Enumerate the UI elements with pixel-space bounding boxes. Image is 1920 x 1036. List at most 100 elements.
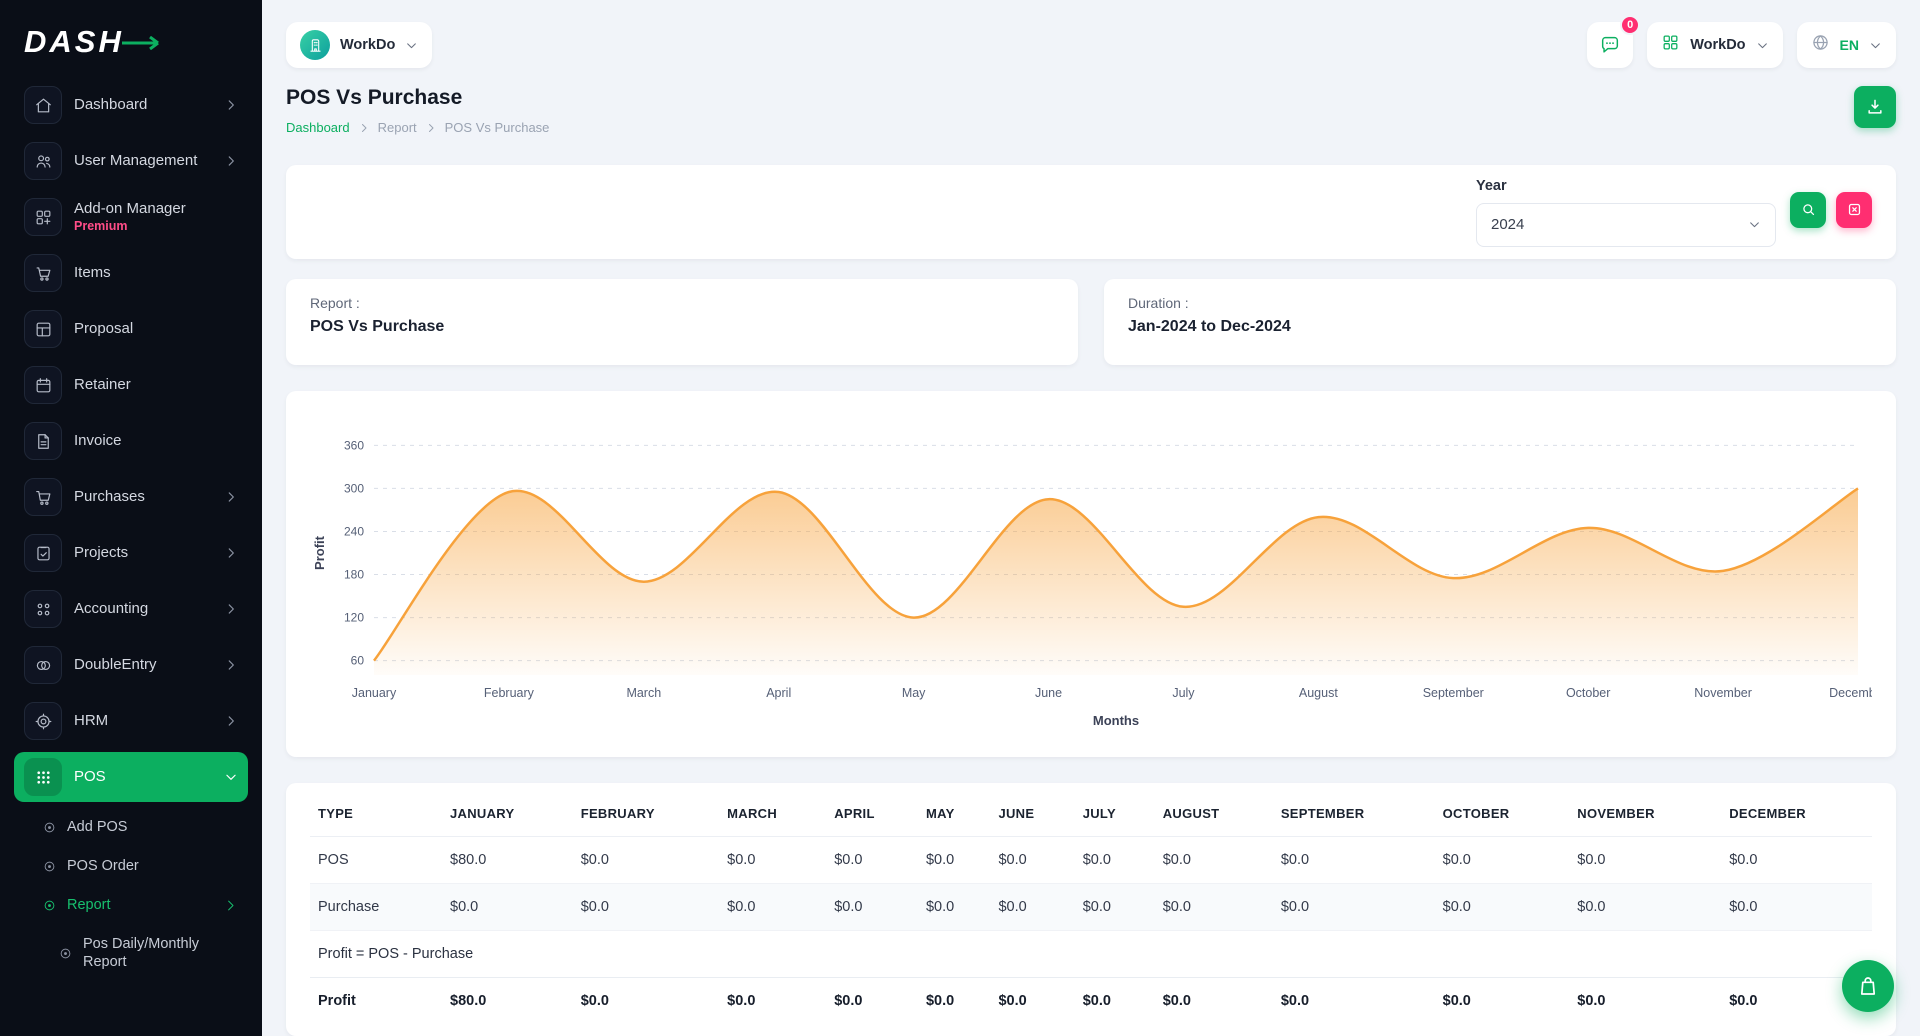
chart-card: 60120180240300360JanuaryFebruaryMarchApr… <box>286 391 1896 757</box>
sidebar-item-label: Projects <box>74 544 128 563</box>
table-cell: $0.0 <box>1569 978 1721 1025</box>
table-header-cell: SEPTEMBER <box>1273 789 1435 837</box>
table-cell: $0.0 <box>1075 884 1155 931</box>
chevron-right-icon <box>358 122 370 134</box>
table-cell: $0.0 <box>719 884 826 931</box>
sidebar-item-projects[interactable]: Projects <box>14 528 248 578</box>
language-label: EN <box>1840 37 1859 53</box>
svg-text:January: January <box>352 686 397 700</box>
profit-vs-months-area-chart: 60120180240300360JanuaryFebruaryMarchApr… <box>310 415 1872 733</box>
page-title: POS Vs Purchase <box>286 86 549 110</box>
sidebar-nav: Dashboard User Management Add-on Manager… <box>14 80 248 982</box>
page-head: POS Vs Purchase Dashboard Report POS Vs … <box>286 86 1896 135</box>
sidebar-subitem-pos-order[interactable]: POS Order <box>14 847 248 886</box>
svg-text:February: February <box>484 686 535 700</box>
report-value: POS Vs Purchase <box>310 318 1054 336</box>
sidebar-item-label: HRM <box>74 712 108 731</box>
pos-vs-purchase-table: TYPE JANUARY FEBRUARY MARCH APRIL MAY JU… <box>310 789 1872 1024</box>
sidebar-item-pos[interactable]: POS <box>14 752 248 802</box>
sidebar-item-label: User Management <box>74 152 197 171</box>
sidebar-subitem-add-pos[interactable]: Add POS <box>14 808 248 847</box>
sidebar-item-dashboard[interactable]: Dashboard <box>14 80 248 130</box>
table-cell: $0.0 <box>990 978 1074 1025</box>
svg-text:60: 60 <box>351 654 365 668</box>
year-select[interactable]: 2024 <box>1476 203 1776 247</box>
table-cell: $0.0 <box>1075 837 1155 884</box>
chevron-right-icon <box>224 714 238 728</box>
layout-icon <box>24 310 62 348</box>
table-header-cell: JANUARY <box>442 789 573 837</box>
table-cell: $0.0 <box>442 884 573 931</box>
chevron-down-icon <box>1748 218 1761 231</box>
sidebar-item-accounting[interactable]: Accounting <box>14 584 248 634</box>
breadcrumb-link-dashboard[interactable]: Dashboard <box>286 120 350 135</box>
breadcrumb-item-report[interactable]: Report <box>378 120 417 135</box>
workspace-switcher[interactable]: WorkDo <box>286 22 432 68</box>
chevron-right-icon <box>224 546 238 560</box>
app-menu-button[interactable]: WorkDo <box>1647 22 1782 68</box>
sidebar-item-label: Proposal <box>74 320 133 339</box>
messages-button[interactable]: 0 <box>1587 22 1633 68</box>
table-cell: $80.0 <box>442 837 573 884</box>
search-button[interactable] <box>1790 192 1826 228</box>
basket-icon <box>24 254 62 292</box>
sidebar-item-user-management[interactable]: User Management <box>14 136 248 186</box>
workspace-name: WorkDo <box>340 37 395 53</box>
duration-value: Jan-2024 to Dec-2024 <box>1128 318 1872 336</box>
sidebar-item-label: Retainer <box>74 376 131 395</box>
search-icon <box>1800 201 1817 218</box>
shopping-bag-icon <box>1856 974 1880 998</box>
sidebar-item-hrm[interactable]: HRM <box>14 696 248 746</box>
topbar-right: 0 WorkDo EN <box>1587 22 1896 68</box>
table-cell: $0.0 <box>1435 837 1570 884</box>
chevron-right-icon <box>224 154 238 168</box>
sidebar-item-doubleentry[interactable]: DoubleEntry <box>14 640 248 690</box>
chevron-right-icon <box>224 98 238 112</box>
sidebar-item-purchases[interactable]: Purchases <box>14 472 248 522</box>
table-header-cell: JULY <box>1075 789 1155 837</box>
sidebar-subitem-report[interactable]: Report <box>14 886 248 925</box>
table-cell: $0.0 <box>1155 978 1273 1025</box>
svg-text:August: August <box>1299 686 1338 700</box>
svg-text:July: July <box>1172 686 1195 700</box>
svg-text:300: 300 <box>344 481 364 495</box>
reset-filter-button[interactable] <box>1836 192 1872 228</box>
table-header-cell: FEBRUARY <box>573 789 719 837</box>
brand-logo[interactable]: DASH <box>14 18 248 80</box>
table-note-row: Profit = POS - Purchase <box>310 931 1872 978</box>
sidebar-item-label: Accounting <box>74 600 148 619</box>
table-header-cell: NOVEMBER <box>1569 789 1721 837</box>
svg-text:September: September <box>1423 686 1484 700</box>
breadcrumb-item-current: POS Vs Purchase <box>445 120 550 135</box>
chevron-down-icon <box>1869 39 1882 52</box>
grid-9-icon <box>24 758 62 796</box>
row-type-cell: Purchase <box>310 884 442 931</box>
sidebar-item-items[interactable]: Items <box>14 248 248 298</box>
sidebar: DASH Dashboard User Management Add-on Ma… <box>0 0 262 1036</box>
download-button[interactable] <box>1854 86 1896 128</box>
sidebar-item-label: Purchases <box>74 488 145 507</box>
chevron-right-icon <box>425 122 437 134</box>
table-cell: $0.0 <box>990 884 1074 931</box>
chevron-right-icon <box>223 898 238 913</box>
logo-arrow-icon <box>122 36 166 50</box>
sidebar-subitem-pos-daily-monthly-report[interactable]: Pos Daily/Monthly Report <box>14 925 248 983</box>
sidebar-item-label: Add-on Manager Premium <box>74 200 186 234</box>
chevron-down-icon <box>224 770 238 784</box>
chevron-right-icon <box>224 602 238 616</box>
chevron-down-icon <box>1756 39 1769 52</box>
sidebar-item-retainer[interactable]: Retainer <box>14 360 248 410</box>
sidebar-item-proposal[interactable]: Proposal <box>14 304 248 354</box>
pos-cart-fab[interactable] <box>1842 960 1894 1012</box>
language-selector[interactable]: EN <box>1797 22 1896 68</box>
calendar-icon <box>24 366 62 404</box>
sidebar-item-addon-manager[interactable]: Add-on Manager Premium <box>14 192 248 242</box>
globe-icon <box>1811 33 1830 57</box>
sidebar-item-invoice[interactable]: Invoice <box>14 416 248 466</box>
table-cell: $0.0 <box>1273 837 1435 884</box>
table-cell: $0.0 <box>1273 978 1435 1025</box>
table-cell: $0.0 <box>918 978 990 1025</box>
sidebar-item-label: Items <box>74 264 111 283</box>
table-row-profit: Profit $80.0 $0.0 $0.0 $0.0 $0.0 $0.0 $0… <box>310 978 1872 1025</box>
duration-summary-card: Duration : Jan-2024 to Dec-2024 <box>1104 279 1896 365</box>
